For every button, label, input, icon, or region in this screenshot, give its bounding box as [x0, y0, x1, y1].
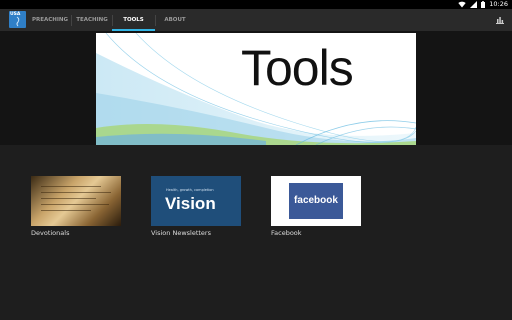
facebook-thumbnail: facebook [271, 176, 361, 226]
wifi-icon [458, 1, 466, 8]
devotionals-thumbnail [31, 176, 121, 226]
vision-wordmark: Vision [165, 194, 216, 213]
tab-teaching[interactable]: TEACHING [72, 9, 112, 31]
battery-icon [481, 1, 486, 8]
tile-label: Facebook [271, 229, 302, 237]
tile-vision-newsletters[interactable]: Health, growth, completion Vision Vision… [151, 176, 241, 237]
tab-about-label: ABOUT [164, 17, 186, 23]
banner-title: Tools [241, 40, 354, 96]
tab-about[interactable]: ABOUT [155, 9, 195, 31]
facebook-wordmark: facebook [294, 195, 338, 206]
map-icon [16, 16, 20, 27]
tile-devotionals[interactable]: Devotionals [31, 176, 121, 237]
status-bar: 10:26 [0, 0, 512, 9]
tab-tools-label: TOOLS [123, 17, 144, 23]
status-icons: 10:26 [458, 0, 508, 9]
tile-facebook[interactable]: facebook Facebook [271, 176, 361, 237]
tab-preaching-label: PREACHING [31, 17, 69, 23]
banner-area: Tools [0, 31, 512, 145]
signal-icon [470, 1, 478, 8]
tab-preaching[interactable]: PREACHING [29, 9, 71, 31]
app-logo[interactable]: USA [9, 11, 26, 28]
vision-tagline: Health, growth, completion [166, 188, 214, 192]
tools-grid: Devotionals Health, growth, completion V… [0, 145, 512, 320]
status-time: 10:26 [489, 0, 508, 8]
tile-label: Vision Newsletters [151, 229, 211, 237]
facebook-logo: facebook [289, 183, 343, 219]
vision-thumbnail: Health, growth, completion Vision [151, 176, 241, 226]
tools-banner: Tools [96, 33, 416, 145]
tile-label: Devotionals [31, 229, 70, 237]
action-bar: USA PREACHING TEACHING TOOLS ABOUT [0, 9, 512, 31]
tab-teaching-label: TEACHING [76, 17, 108, 23]
chart-icon[interactable] [496, 16, 504, 24]
tab-tools[interactable]: TOOLS [112, 9, 155, 31]
